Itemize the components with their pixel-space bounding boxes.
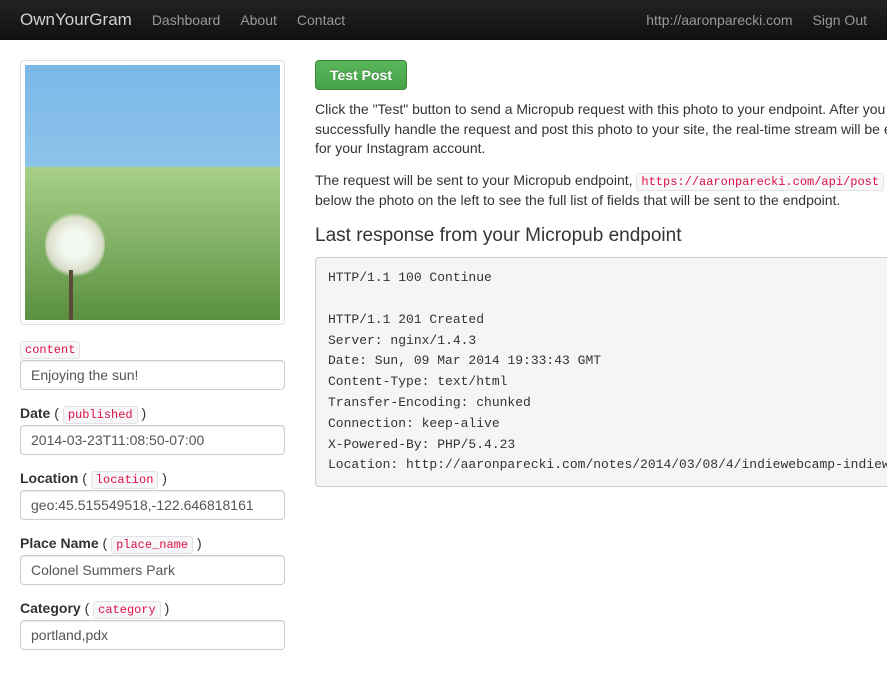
right-column: Test Post Click the "Test" button to sen… — [315, 60, 887, 665]
description-2: The request will be sent to your Micropu… — [315, 171, 887, 210]
navbar-right: http://aaronparecki.com Sign Out — [646, 12, 867, 28]
field-date: Date ( published ) — [20, 405, 285, 455]
location-input[interactable] — [20, 490, 285, 520]
main-container: content Date ( published ) Location ( lo… — [0, 40, 887, 680]
nav-link-dashboard[interactable]: Dashboard — [152, 12, 221, 28]
field-location-code: location — [91, 471, 159, 489]
field-place: Place Name ( place_name ) — [20, 535, 285, 585]
date-input[interactable] — [20, 425, 285, 455]
navbar-left: OwnYourGram Dashboard About Contact — [20, 10, 345, 30]
field-location: Location ( location ) — [20, 470, 285, 520]
field-content-code: content — [20, 341, 80, 359]
left-column: content Date ( published ) Location ( lo… — [20, 60, 285, 665]
field-content: content — [20, 340, 285, 390]
photo-frame — [20, 60, 285, 325]
test-post-button[interactable]: Test Post — [315, 60, 407, 90]
photo-image — [25, 65, 280, 320]
description-1: Click the "Test" button to send a Microp… — [315, 100, 887, 159]
navbar: OwnYourGram Dashboard About Contact http… — [0, 0, 887, 40]
response-heading: Last response from your Micropub endpoin… — [315, 225, 887, 247]
field-category: Category ( category ) — [20, 600, 285, 650]
nav-link-contact[interactable]: Contact — [297, 12, 345, 28]
response-body: HTTP/1.1 100 Continue HTTP/1.1 201 Creat… — [315, 257, 887, 487]
field-place-code: place_name — [111, 536, 193, 554]
field-date-code: published — [63, 406, 138, 424]
field-location-label: Location ( location ) — [20, 470, 285, 487]
field-place-label: Place Name ( place_name ) — [20, 535, 285, 552]
endpoint-url: https://aaronparecki.com/api/post — [636, 173, 884, 191]
field-content-label: content — [20, 340, 285, 357]
field-category-code: category — [93, 601, 161, 619]
content-input[interactable] — [20, 360, 285, 390]
nav-link-about[interactable]: About — [240, 12, 277, 28]
place-input[interactable] — [20, 555, 285, 585]
user-url-link[interactable]: http://aaronparecki.com — [646, 12, 792, 28]
field-date-label: Date ( published ) — [20, 405, 285, 422]
category-input[interactable] — [20, 620, 285, 650]
navbar-brand[interactable]: OwnYourGram — [20, 10, 132, 30]
sign-out-link[interactable]: Sign Out — [813, 12, 867, 28]
